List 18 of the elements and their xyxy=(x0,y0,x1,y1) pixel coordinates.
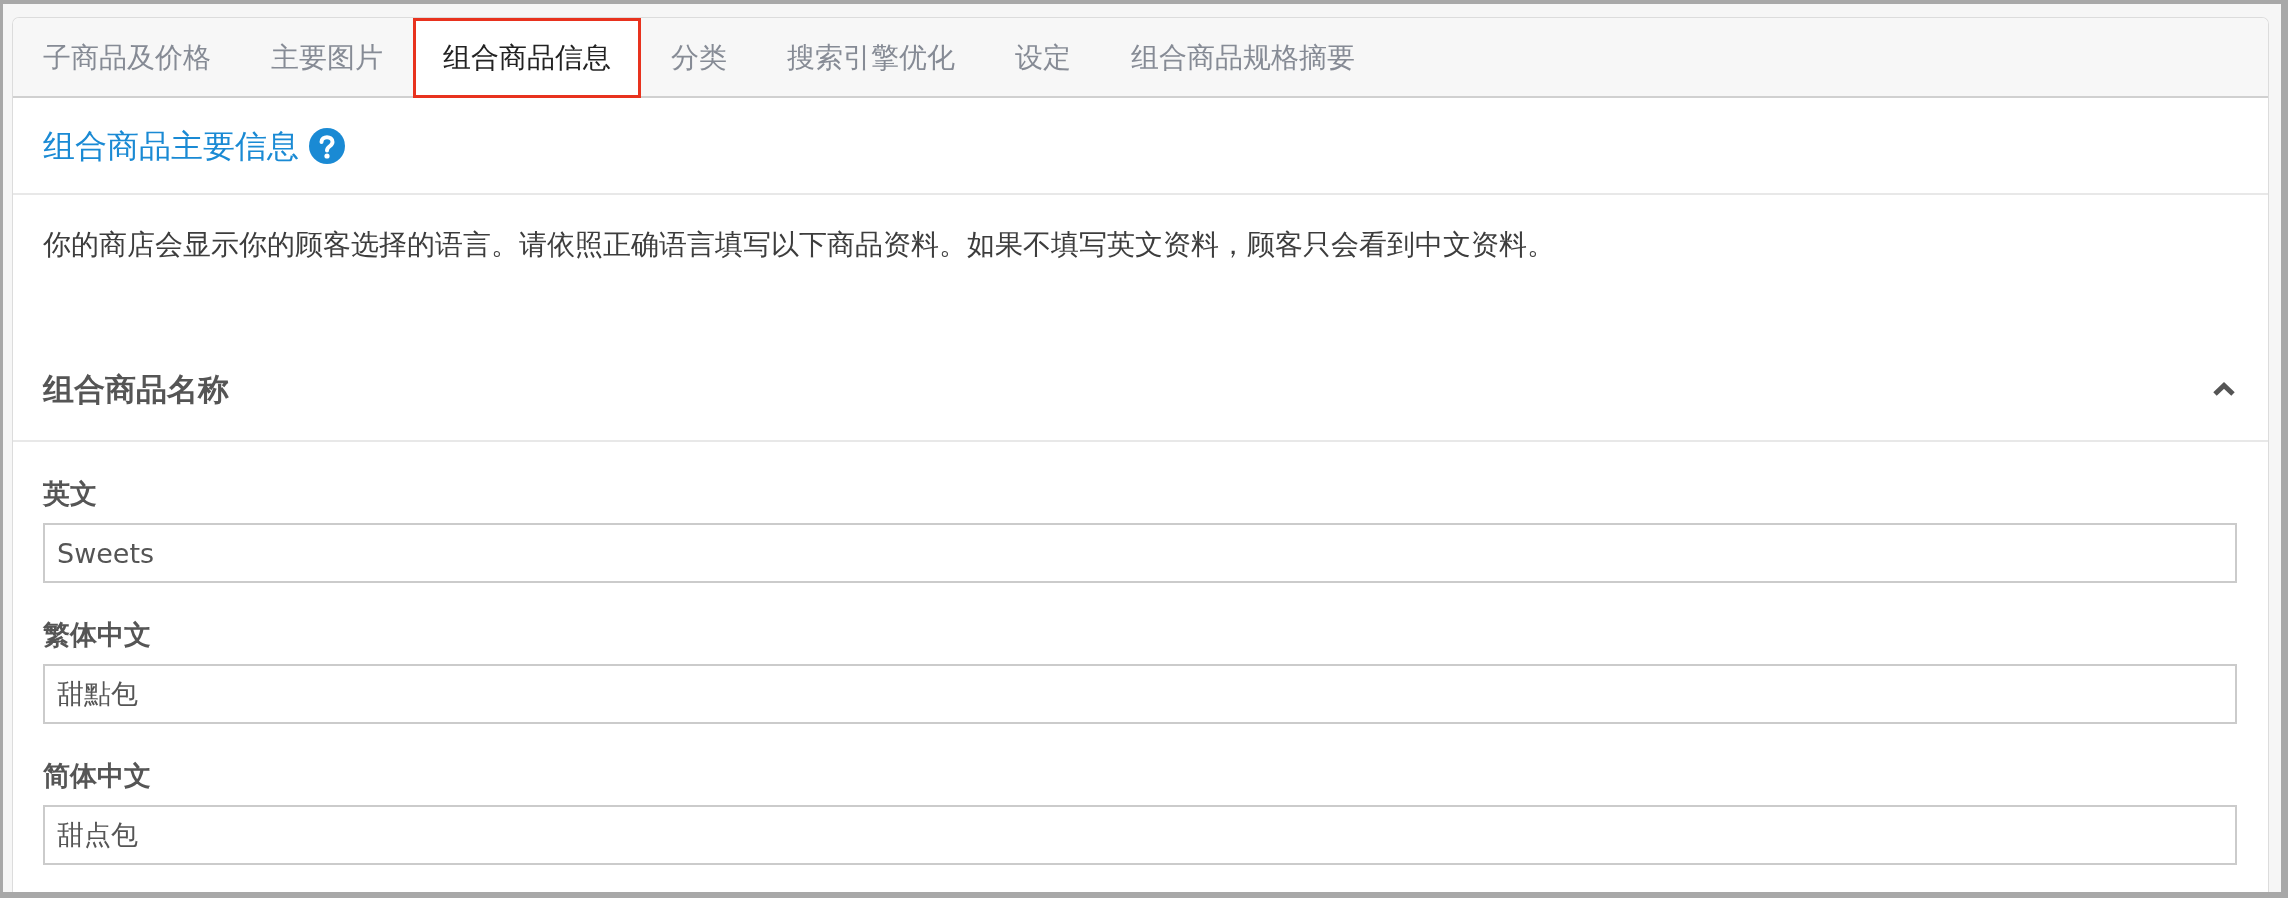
notice-text: 你的商店会显示你的顾客选择的语言。请依照正确语言填写以下商品资料。如果不填写英文资料，顾客只会看到中文资料。 xyxy=(42,227,1556,263)
input-field[interactable]: Sweets xyxy=(43,523,2237,583)
field-label: 繁体中文 xyxy=(43,618,151,652)
chevron-up-icon[interactable] xyxy=(2212,381,2236,397)
tab[interactable]: 分类 xyxy=(641,18,757,98)
section-title: 组合商品主要信息 xyxy=(43,125,299,166)
tab[interactable]: 组合商品规格摘要 xyxy=(1101,18,1385,98)
field-label: 简体中文 xyxy=(43,759,151,793)
input-field[interactable]: 甜点包 xyxy=(43,805,2237,865)
field-label: 英文 xyxy=(43,477,97,511)
tab[interactable]: 子商品及价格 xyxy=(13,18,241,98)
tab[interactable]: 组合商品信息 xyxy=(413,18,641,98)
group-title: 组合商品名称 xyxy=(43,370,229,409)
help-icon[interactable] xyxy=(309,127,345,164)
tab[interactable]: 设定 xyxy=(985,18,1101,98)
tab[interactable]: 搜索引擎优化 xyxy=(757,18,985,98)
tab[interactable]: 主要图片 xyxy=(241,18,413,98)
input-field[interactable]: 甜點包 xyxy=(43,664,2237,724)
